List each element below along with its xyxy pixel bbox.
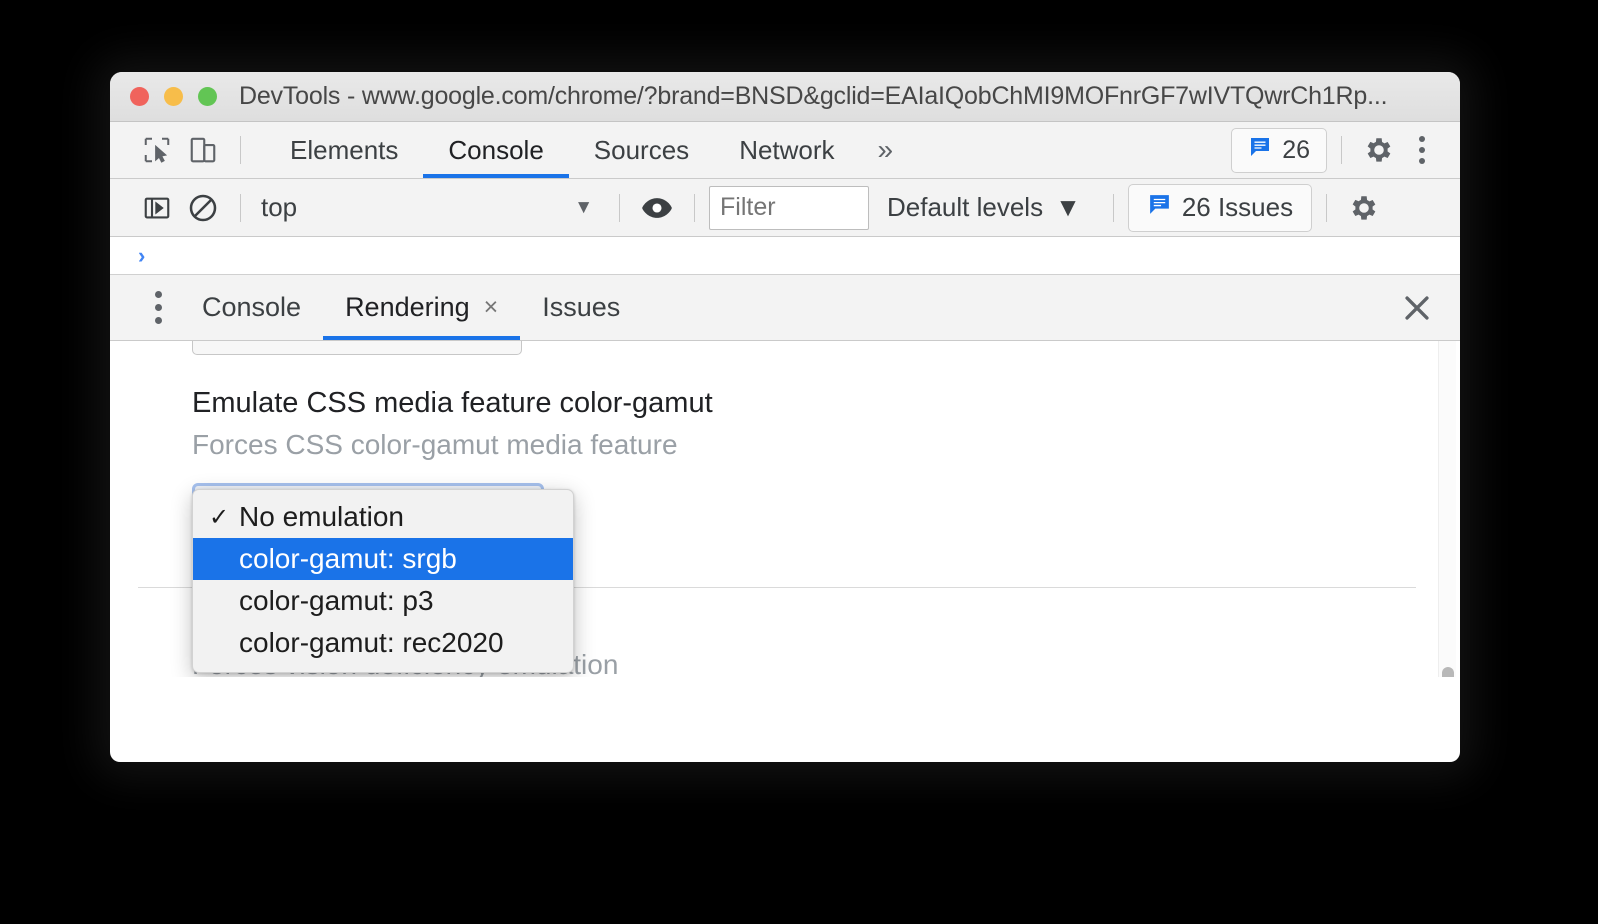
tab-network[interactable]: Network [714,122,859,178]
kebab-menu-icon[interactable] [1402,127,1442,173]
log-levels-selector[interactable]: Default levels ▼ [869,192,1099,223]
drawer-tab-rendering[interactable]: Rendering × [323,275,521,340]
panel-tab-list: Elements Console Sources Network » [265,122,911,178]
clear-console-icon[interactable] [180,185,226,231]
menu-option-no-emulation[interactable]: ✓ No emulation [193,496,573,538]
inspect-cursor-icon[interactable] [134,127,180,173]
screen-root: DevTools - www.google.com/chrome/?brand=… [0,0,1598,924]
menu-option-label: color-gamut: rec2020 [239,627,504,658]
chevron-down-icon: ▼ [574,196,593,218]
minimize-window-button[interactable] [164,87,183,106]
window-title: DevTools - www.google.com/chrome/?brand=… [239,82,1388,110]
color-gamut-setting-description: Forces CSS color-gamut media feature [192,429,678,460]
vertical-scrollbar[interactable] [1438,341,1456,677]
more-tabs-button[interactable]: » [860,122,912,178]
devtools-main-toolbar: Elements Console Sources Network » 26 [110,122,1460,179]
drawer-tab-rendering-label: Rendering [345,292,470,322]
menu-option-label: color-gamut: p3 [239,585,434,616]
tab-elements-label: Elements [290,134,399,165]
toolbar-divider [240,136,241,164]
console-toolbar-divider [240,193,241,222]
scrollbar-thumb[interactable] [1442,667,1454,677]
tab-sources-label: Sources [593,134,690,165]
menu-option-rec2020[interactable]: color-gamut: rec2020 [193,622,573,664]
console-toolbar-divider-4 [1112,193,1114,222]
clipped-select-above[interactable] [192,341,522,355]
drawer-tab-console-label: Console [202,292,302,322]
tab-console-label: Console [448,134,544,165]
console-issues-label: 26 Issues [1181,192,1294,222]
window-traffic-lights [110,87,217,106]
device-toolbar-icon[interactable] [180,127,226,173]
drawer-tab-console[interactable]: Console [180,275,323,340]
console-issues-button[interactable]: 26 Issues [1127,183,1313,232]
issues-message-icon [1147,192,1172,224]
console-filter-input[interactable] [709,185,869,230]
rendering-settings-pane: Emulate CSS media feature color-gamut Fo… [110,341,1460,677]
chevron-down-icon: ▼ [1055,192,1081,222]
kebab-menu-icon[interactable] [136,282,180,334]
close-tab-icon[interactable]: × [484,293,499,322]
tab-network-label: Network [739,134,835,165]
console-filter-toolbar: top ▼ Default levels ▼ [110,179,1460,237]
menu-option-srgb[interactable]: color-gamut: srgb [193,538,573,580]
gear-icon[interactable] [1341,185,1387,231]
drawer-tab-bar: Console Rendering × Issues [110,275,1460,341]
drawer-tab-issues-label: Issues [542,292,621,322]
console-prompt-arrow-icon: › [138,242,146,268]
gear-icon[interactable] [1356,127,1402,173]
drawer-tab-issues[interactable]: Issues [520,275,642,340]
log-levels-label: Default levels [887,192,1044,222]
tab-sources[interactable]: Sources [569,122,714,178]
console-prompt-row[interactable]: › [110,237,1460,275]
execution-context-selector[interactable]: top ▼ [255,186,605,230]
issues-counter-button[interactable]: 26 [1231,127,1327,173]
console-toolbar-divider-3 [694,193,695,222]
close-window-button[interactable] [130,87,149,106]
menu-option-label: color-gamut: srgb [239,543,457,574]
color-gamut-dropdown-menu: ✓ No emulation color-gamut: srgb color-g… [192,489,574,673]
close-drawer-icon[interactable] [1392,283,1442,333]
live-expression-eye-icon[interactable] [634,185,680,231]
execution-context-label: top [261,192,298,222]
console-toolbar-divider-2 [619,193,620,222]
menu-option-label: No emulation [239,501,404,532]
issues-message-icon [1248,135,1272,166]
tab-console[interactable]: Console [423,122,570,178]
menu-option-p3[interactable]: color-gamut: p3 [193,580,573,622]
console-toolbar-divider-5 [1326,193,1328,222]
zoom-window-button[interactable] [198,87,217,106]
color-gamut-setting-title: Emulate CSS media feature color-gamut [192,387,713,419]
toolbar-divider-2 [1341,136,1342,164]
issues-count-label: 26 [1282,135,1310,164]
tab-elements[interactable]: Elements [265,122,423,178]
console-sidebar-icon[interactable] [134,185,180,231]
window-titlebar: DevTools - www.google.com/chrome/?brand=… [110,72,1460,122]
check-icon: ✓ [209,503,230,531]
devtools-window: DevTools - www.google.com/chrome/?brand=… [110,72,1460,762]
